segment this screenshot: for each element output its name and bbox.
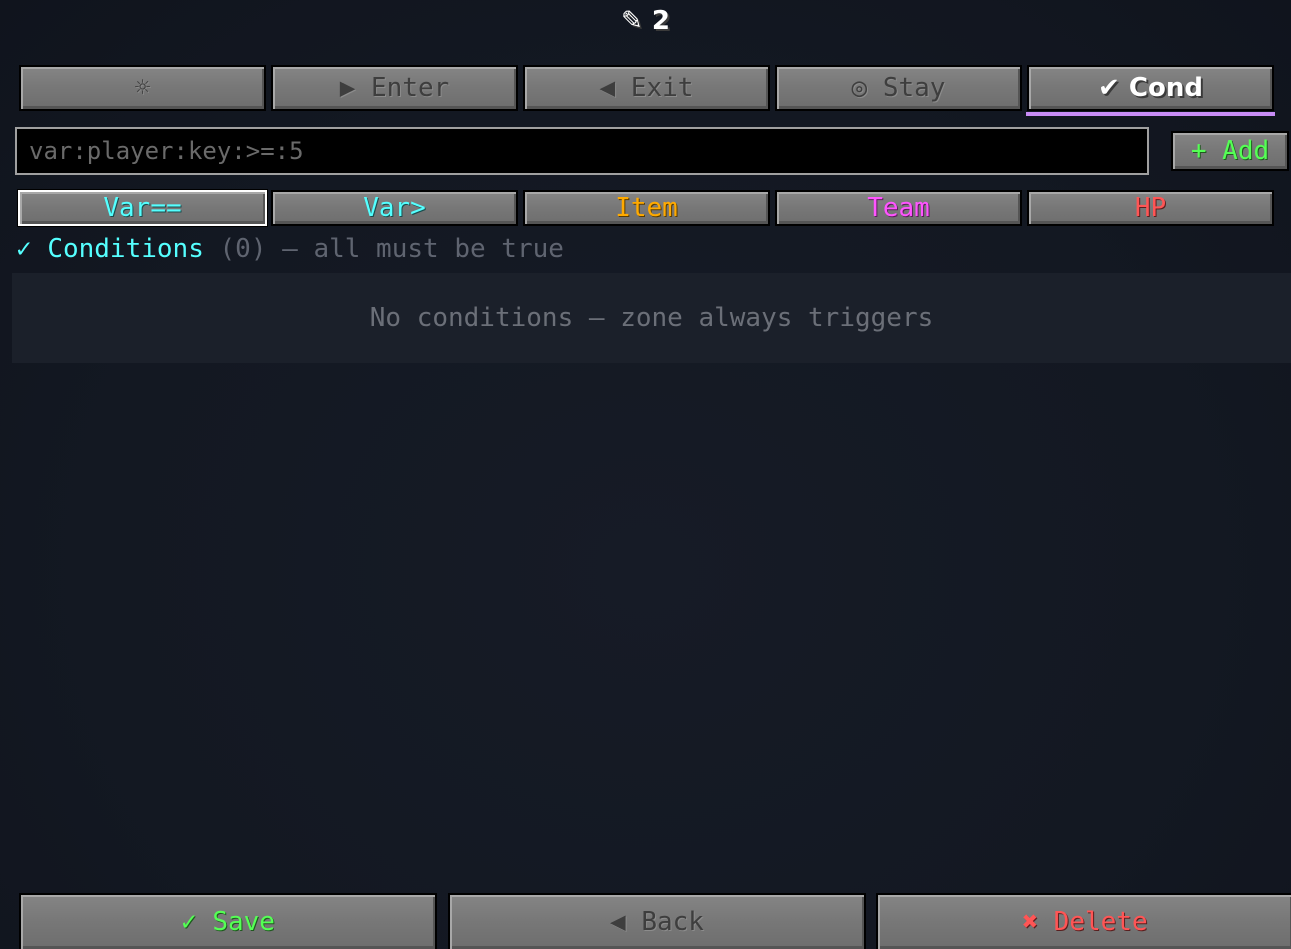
check-icon: ✓ (16, 234, 32, 264)
zone-editor-screen: ✎ 2 ☼ ▶ Enter ◀ Exit ◎ Stay ✔ Cond + Add… (0, 0, 1291, 949)
screen-title: ✎ 2 (621, 6, 670, 36)
tab-stay[interactable]: ◎ Stay (775, 65, 1022, 111)
delete-button-label: ✖ Delete (1022, 907, 1148, 937)
chip-var-equals-label: Var== (103, 193, 182, 223)
chip-var-greater-label: Var> (363, 193, 426, 223)
chip-var-equals[interactable]: Var== (18, 190, 267, 226)
conditions-title: Conditions (47, 234, 204, 264)
chip-team[interactable]: Team (775, 190, 1022, 226)
conditions-list: No conditions — zone always triggers (12, 273, 1291, 363)
tab-cond-label: ✔ Cond (1098, 73, 1203, 103)
empty-state-message: No conditions — zone always triggers (369, 303, 934, 333)
back-button-label: ◀ Back (610, 907, 704, 937)
tab-exit-label: ◀ Exit (599, 73, 694, 103)
active-tab-indicator (1026, 112, 1275, 116)
chip-hp[interactable]: HP (1027, 190, 1274, 226)
condition-input[interactable] (15, 127, 1149, 175)
conditions-rule: — all must be true (282, 234, 564, 264)
tab-enter-label: ▶ Enter (339, 73, 450, 103)
chip-hp-label: HP (1134, 193, 1167, 223)
conditions-count: (0) (219, 234, 267, 264)
chip-item[interactable]: Item (523, 190, 770, 226)
add-condition-button[interactable]: + Add (1171, 131, 1289, 171)
chip-team-label: Team (867, 193, 930, 223)
delete-button[interactable]: ✖ Delete (876, 893, 1291, 949)
tab-enter[interactable]: ▶ Enter (271, 65, 518, 111)
save-button[interactable]: ✓ Save (19, 893, 437, 949)
tab-settings[interactable]: ☼ (19, 65, 266, 111)
conditions-header: ✓ Conditions (0) — all must be true (16, 231, 564, 267)
chip-item-label: Item (615, 193, 678, 223)
save-button-label: ✓ Save (181, 907, 275, 937)
chip-var-greater[interactable]: Var> (271, 190, 518, 226)
tab-exit[interactable]: ◀ Exit (523, 65, 770, 111)
back-button[interactable]: ◀ Back (448, 893, 866, 949)
add-button-label: + Add (1190, 136, 1270, 166)
settings-sun-icon: ☼ (134, 73, 151, 103)
tab-cond[interactable]: ✔ Cond (1027, 65, 1274, 111)
tab-stay-label: ◎ Stay (851, 73, 946, 103)
